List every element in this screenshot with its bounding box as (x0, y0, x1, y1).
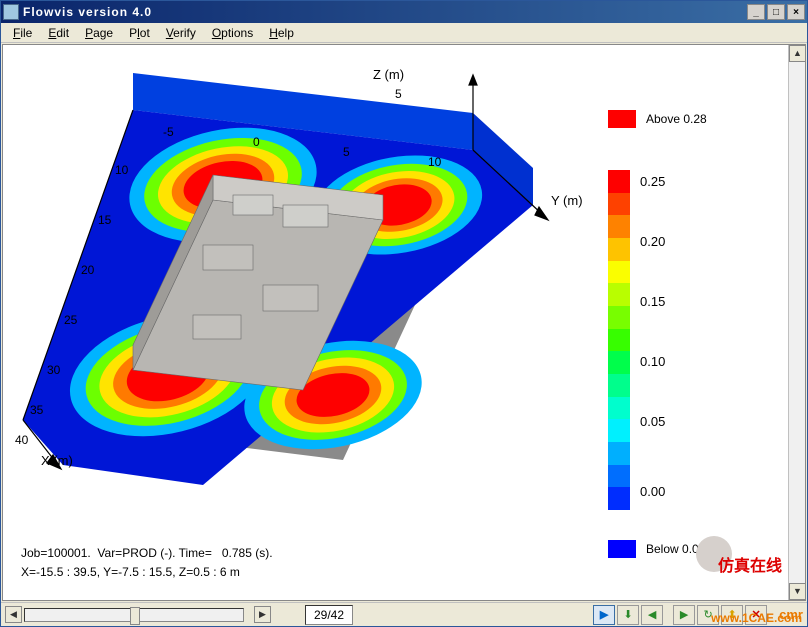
colorbar (608, 170, 630, 510)
titlebar: Flowvis version 4.0 _ □ × (1, 1, 807, 23)
canvas[interactable]: Z (m) 5 Y (m) X (m) 40 10 15 20 25 30 35… (3, 45, 788, 600)
watermark-url: www.1CAE.com (711, 611, 802, 625)
play-button[interactable]: ▶ (593, 605, 615, 625)
minimize-button[interactable]: _ (747, 4, 765, 20)
legend-above-label: Above 0.28 (646, 112, 707, 126)
app-window: Flowvis version 4.0 _ □ × File Edit Page… (0, 0, 808, 627)
menu-page[interactable]: Page (77, 24, 121, 42)
colorbar-labels: 0.25 0.20 0.15 0.10 0.05 0.00 (640, 166, 700, 516)
window-title: Flowvis version 4.0 (23, 5, 747, 19)
workspace: Z (m) 5 Y (m) X (m) 40 10 15 20 25 30 35… (2, 44, 806, 601)
cbar-tick: 0.15 (640, 294, 665, 309)
menu-plot[interactable]: Plot (121, 24, 158, 42)
y-tick: 10 (428, 155, 441, 169)
x-tick: 10 (115, 163, 128, 177)
x-tick: 20 (81, 263, 94, 277)
close-button[interactable]: × (787, 4, 805, 20)
x-tick: 25 (64, 313, 77, 327)
cbar-tick: 0.10 (640, 354, 665, 369)
scroll-left-button[interactable]: ◀ (5, 606, 22, 623)
swatch-above (608, 110, 636, 128)
bottom-toolbar: ◀ ▶ 29/42 ▶ ⬇ ◀ ▶ ↻ ⬆ ✕ cmr www.1CAE.com (1, 602, 807, 626)
menu-help[interactable]: Help (261, 24, 302, 42)
cbar-tick: 0.20 (640, 234, 665, 249)
isometric-scene (3, 45, 623, 515)
maximize-button[interactable]: □ (767, 4, 785, 20)
prev-button[interactable]: ◀ (641, 605, 663, 625)
insert-button[interactable]: ⬇ (617, 605, 639, 625)
menubar: File Edit Page Plot Verify Options Help (1, 23, 807, 43)
menu-options[interactable]: Options (204, 24, 261, 42)
x-tick-40: 40 (15, 433, 28, 447)
next-button[interactable]: ▶ (673, 605, 695, 625)
x-axis-label: X (m) (41, 453, 73, 468)
cbar-tick: 0.25 (640, 174, 665, 189)
z-axis-label: Z (m) (373, 67, 404, 82)
scroll-down-button[interactable]: ▼ (789, 583, 806, 600)
y-axis-label: Y (m) (551, 193, 583, 208)
z-tick: 5 (395, 87, 402, 101)
x-tick: 30 (47, 363, 60, 377)
menu-edit[interactable]: Edit (40, 24, 77, 42)
y-tick: -5 (163, 125, 174, 139)
scroll-track[interactable] (789, 62, 805, 583)
cbar-tick: 0.05 (640, 414, 665, 429)
status-text: Job=100001. Var=PROD (-). Time= 0.785 (s… (21, 544, 273, 582)
menu-file[interactable]: File (5, 24, 40, 42)
plot-area: Z (m) 5 Y (m) X (m) 40 10 15 20 25 30 35… (3, 45, 788, 600)
swatch-below (608, 540, 636, 558)
legend: Above 0.28 (608, 110, 758, 134)
slider-thumb[interactable] (130, 607, 140, 625)
cbar-tick: 0.00 (640, 484, 665, 499)
x-tick: 15 (98, 213, 111, 227)
vertical-scrollbar[interactable]: ▲ ▼ (788, 45, 805, 600)
y-tick: 5 (343, 145, 350, 159)
window-buttons: _ □ × (747, 4, 805, 20)
page-indicator: 29/42 (305, 605, 353, 625)
scroll-up-button[interactable]: ▲ (789, 45, 806, 62)
watermark-main: 仿真在线 (718, 552, 782, 576)
page-slider[interactable] (24, 608, 244, 622)
app-icon (3, 4, 19, 20)
x-tick: 35 (30, 403, 43, 417)
menu-verify[interactable]: Verify (158, 24, 204, 42)
scroll-right-button[interactable]: ▶ (254, 606, 271, 623)
y-tick: 0 (253, 135, 260, 149)
legend-below: Below 0.00 (608, 540, 705, 558)
legend-above: Above 0.28 (608, 110, 758, 128)
